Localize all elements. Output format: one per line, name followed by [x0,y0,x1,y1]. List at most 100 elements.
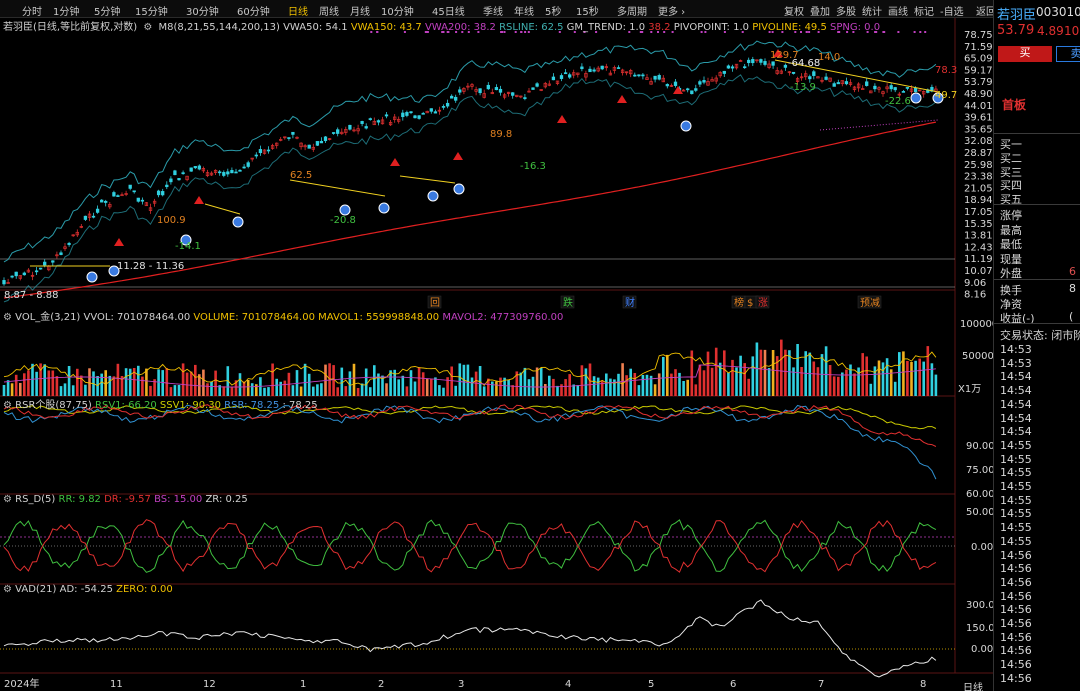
buy-signal-icon [427,190,439,202]
candle-body [291,131,295,135]
toolbar-button[interactable]: 统计 [862,3,882,18]
volume-bar [250,383,254,396]
volume-bar [2,385,6,396]
rsd-axis-label: 50.00 [966,507,993,518]
volume-bar [181,363,185,396]
volume-bar [694,384,698,396]
volume-bar [845,369,848,396]
volume-bar [137,365,140,396]
pivot-line [399,175,456,184]
toolbar-button[interactable]: -自选 [940,3,964,18]
period-tab[interactable]: 年线 [514,3,534,18]
candle-body [441,106,446,108]
volume-bar [230,387,234,396]
volume-bar [145,368,148,396]
toolbar-button[interactable]: 画线 [888,3,908,18]
volume-bar [71,385,75,396]
tick-time: 14:56 [1000,617,1032,630]
price-axis-label: 32.08 [964,136,993,147]
volume-bar [84,384,87,396]
volume-bar [466,364,470,396]
rsr-settings-icon[interactable]: ⚙ [3,400,12,411]
tick-time: 14:54 [1000,370,1032,384]
period-tab[interactable]: 分时 [22,3,42,18]
candle-body [2,280,6,285]
period-tab[interactable]: 周线 [319,3,339,18]
period-tab[interactable]: 5分钟 [94,3,120,18]
candle-body [10,275,14,278]
chart-settings-icon[interactable]: ⚙ [143,22,152,33]
period-tab[interactable]: 月线 [350,3,370,18]
indicator-value: BS: 15.00 [154,494,206,505]
volume-bar [710,367,714,396]
x-axis-label: 11 [110,679,123,690]
volume-bar [629,368,632,396]
period-tab[interactable]: 60分钟 [237,3,270,18]
period-tab[interactable]: 日线 [288,3,308,18]
period-tab[interactable]: 15秒 [576,3,599,18]
price-change-pct: 10. [1064,24,1080,38]
price-axis-label: 17.05 [964,207,993,218]
candle-body [189,167,193,172]
period-tab[interactable]: 5秒 [545,3,561,18]
chart-area[interactable]: 129.7 -64.68 14.0 78.3 -13.9 -22.6 49.7 89.8 -16… [0,18,998,691]
volume-bar [214,370,217,396]
buy-signal-icon [86,271,98,283]
candle-body [690,90,694,95]
volume-bar [706,351,710,396]
price-axis-label: 65.09 [964,54,993,65]
volume-bar [832,376,836,396]
toolbar-button[interactable]: 多股 [836,3,856,18]
period-tab[interactable]: 1分钟 [53,3,79,18]
main-chart-title: 若羽臣(日线,等比前复权,对数) [3,22,138,33]
volume-axis-label: 50000 [962,351,993,362]
volume-bar [417,367,421,396]
candle-body [824,76,828,80]
candle-body [384,114,389,117]
rsd-settings-icon[interactable]: ⚙ [3,494,12,505]
price-annotation: -20.8 [330,215,356,226]
toolbar-button[interactable]: 标记 [914,3,934,18]
period-tab[interactable]: 10分钟 [381,3,414,18]
period-tab[interactable]: 15分钟 [135,3,168,18]
sell-button[interactable]: 卖 [1056,46,1080,62]
vad-settings-icon[interactable]: ⚙ [3,584,12,595]
buy-signal-icon [680,120,692,132]
buy-button[interactable]: 买 [998,46,1052,62]
period-tab[interactable]: 多周期 [617,3,647,18]
volume-bar [869,383,873,396]
candle-body [486,84,490,90]
event-tag: 涨 [758,297,768,309]
tick-time: 14:55 [1000,438,1032,452]
toolbar-button[interactable]: 叠加 [810,3,830,18]
toolbar-button[interactable]: 复权 [784,3,804,18]
candle-body [637,74,641,77]
period-tab[interactable]: 季线 [483,3,503,18]
volume-bar [759,349,763,396]
candle-body [234,171,238,174]
volume-bar [637,385,641,396]
tick-time: 14:56 [1000,630,1032,644]
volume-bar [670,373,673,396]
indicator-value: RR: 9.82 [58,494,105,505]
price-annotation: -64.68 [788,58,820,69]
divider [994,204,1080,205]
candle-body [173,170,177,176]
candle-body [559,75,564,79]
period-tab[interactable]: 30分钟 [186,3,219,18]
volume-settings-icon[interactable]: ⚙ [3,312,12,323]
indicator-value: VWA150: 43.7 [350,22,425,33]
volume-bar [535,367,539,396]
candle-body [181,172,185,175]
tick-time: 14:56 [1000,603,1032,617]
volume-bar [100,373,103,396]
period-tab[interactable]: 更多 › [658,3,685,18]
price-axis-label: 11.19 [964,254,993,265]
volume-bar [275,378,278,396]
x-axis-label: 6 [730,679,736,690]
candle-body [100,199,104,203]
volume-bar [116,363,120,396]
volume-bar [88,368,91,396]
period-tab[interactable]: 45日线 [432,3,465,18]
volume-bar [800,367,803,396]
